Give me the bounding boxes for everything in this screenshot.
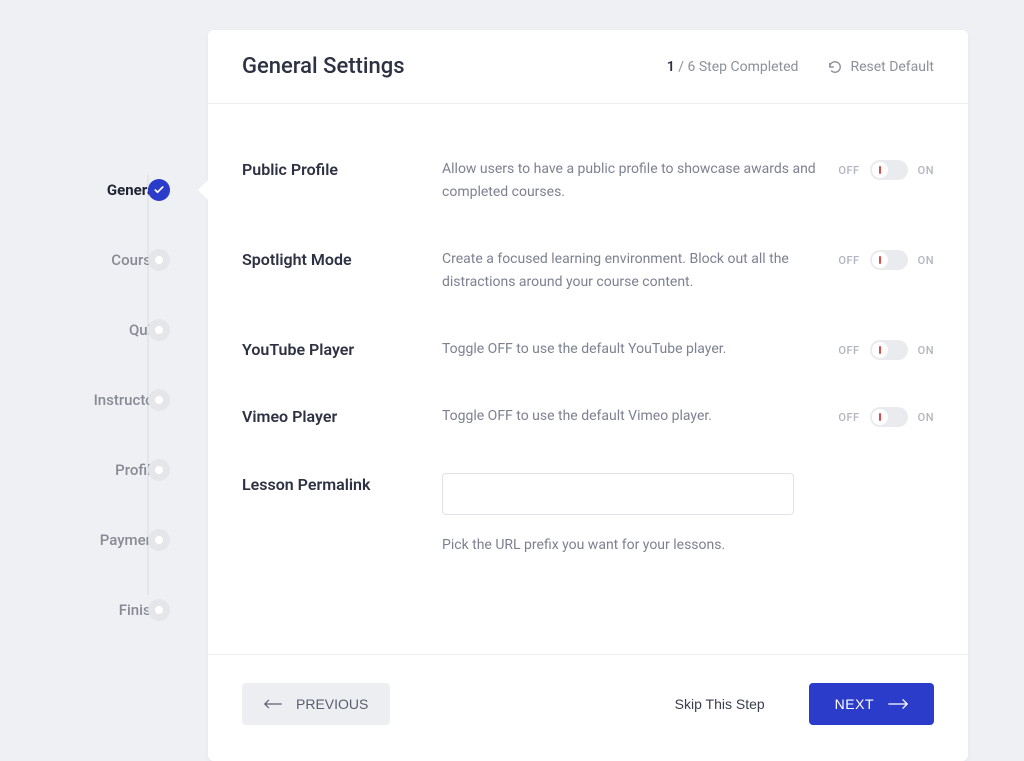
toggle-knob-icon <box>872 342 888 358</box>
setting-label: YouTube Player <box>242 338 442 359</box>
step-dot-icon <box>148 529 170 551</box>
toggle-off-label: OFF <box>838 411 859 424</box>
previous-label: PREVIOUS <box>296 696 368 712</box>
previous-button[interactable]: PREVIOUS <box>242 683 390 725</box>
toggle-group: OFF ON <box>838 248 934 270</box>
next-label: NEXT <box>835 696 874 712</box>
setting-youtube-player: YouTube Player Toggle OFF to use the def… <box>242 338 934 361</box>
step-dot-icon <box>148 319 170 341</box>
toggle-knob-icon <box>872 252 888 268</box>
toggle-off-label: OFF <box>838 164 859 177</box>
step-quiz[interactable]: Quiz <box>0 295 208 365</box>
arrow-right-icon <box>888 698 908 710</box>
step-general[interactable]: General <box>0 155 208 225</box>
wizard-stepper: General Course Quiz Instructor Profile P… <box>0 0 208 761</box>
arrow-left-icon <box>264 698 282 710</box>
setting-description: Allow users to have a public profile to … <box>442 158 838 204</box>
page-title: General Settings <box>242 54 667 79</box>
reset-label: Reset Default <box>850 59 934 75</box>
setting-label: Lesson Permalink <box>242 473 442 494</box>
settings-panel: General Settings 1 / 6 Step Completed Re… <box>208 30 968 761</box>
step-dot-icon <box>148 599 170 621</box>
step-progress: 1 / 6 Step Completed <box>667 59 799 75</box>
toggle-on-label: ON <box>918 411 934 424</box>
setting-label: Vimeo Player <box>242 405 442 426</box>
refresh-icon <box>828 60 842 74</box>
setting-help-text: Pick the URL prefix you want for your le… <box>442 537 934 553</box>
step-dot-icon <box>148 459 170 481</box>
toggle-off-label: OFF <box>838 254 859 267</box>
lesson-permalink-input[interactable] <box>442 473 794 515</box>
panel-header: General Settings 1 / 6 Step Completed Re… <box>208 30 968 104</box>
step-finish[interactable]: Finish <box>0 575 208 645</box>
toggle-group: OFF ON <box>838 338 934 360</box>
vimeo-toggle[interactable] <box>870 407 908 427</box>
skip-label: Skip This Step <box>675 696 765 712</box>
setting-description: Toggle OFF to use the default YouTube pl… <box>442 338 838 361</box>
setting-spotlight-mode: Spotlight Mode Create a focused learning… <box>242 248 934 294</box>
setting-label: Spotlight Mode <box>242 248 442 269</box>
step-payment[interactable]: Payment <box>0 505 208 575</box>
setting-label: Public Profile <box>242 158 442 179</box>
panel-footer: PREVIOUS Skip This Step NEXT <box>208 654 968 761</box>
toggle-knob-icon <box>872 162 888 178</box>
step-course[interactable]: Course <box>0 225 208 295</box>
toggle-group: OFF ON <box>838 405 934 427</box>
check-circle-icon <box>148 179 170 201</box>
panel-body: Public Profile Allow users to have a pub… <box>208 104 968 634</box>
setting-description: Create a focused learning environment. B… <box>442 248 838 294</box>
toggle-on-label: ON <box>918 164 934 177</box>
toggle-on-label: ON <box>918 344 934 357</box>
next-button[interactable]: NEXT <box>809 683 934 725</box>
toggle-group: OFF ON <box>838 158 934 180</box>
toggle-off-label: OFF <box>838 344 859 357</box>
toggle-knob-icon <box>872 409 888 425</box>
setting-public-profile: Public Profile Allow users to have a pub… <box>242 158 934 204</box>
step-dot-icon <box>148 249 170 271</box>
progress-current: 1 <box>667 59 675 75</box>
step-instructor[interactable]: Instructor <box>0 365 208 435</box>
step-dot-icon <box>148 389 170 411</box>
step-profile[interactable]: Profile <box>0 435 208 505</box>
setting-lesson-permalink: Lesson Permalink Pick the URL prefix you… <box>242 473 934 553</box>
reset-default-button[interactable]: Reset Default <box>828 59 934 75</box>
spotlight-toggle[interactable] <box>870 250 908 270</box>
public-profile-toggle[interactable] <box>870 160 908 180</box>
youtube-toggle[interactable] <box>870 340 908 360</box>
setting-vimeo-player: Vimeo Player Toggle OFF to use the defau… <box>242 405 934 428</box>
progress-total: / 6 Step Completed <box>678 59 798 75</box>
toggle-on-label: ON <box>918 254 934 267</box>
skip-step-button[interactable]: Skip This Step <box>653 683 787 725</box>
setting-description: Toggle OFF to use the default Vimeo play… <box>442 405 838 428</box>
